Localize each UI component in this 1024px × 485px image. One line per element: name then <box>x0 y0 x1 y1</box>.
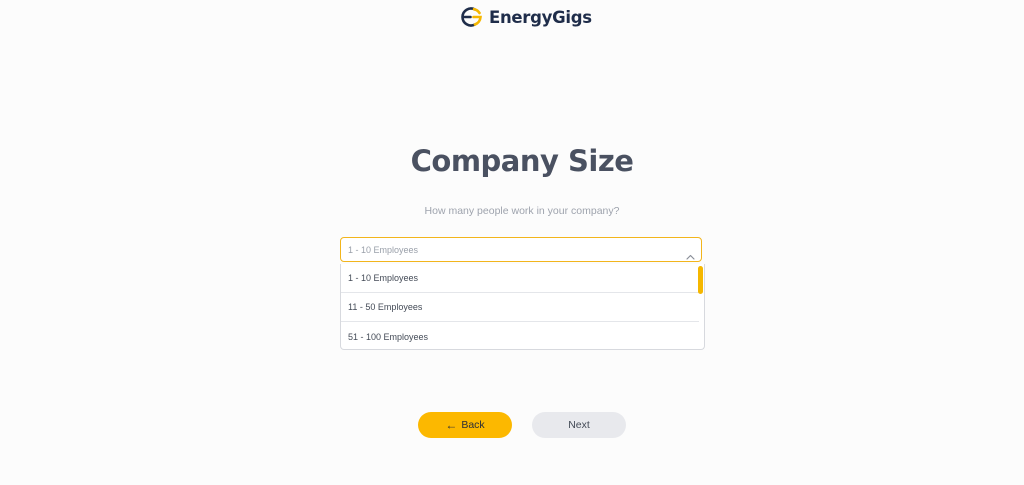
back-button-label: Back <box>461 419 485 431</box>
company-size-select[interactable]: 1 - 10 Employees <box>340 237 702 262</box>
dropdown-option-1-10[interactable]: 1 - 10 Employees <box>341 264 699 293</box>
left-arrow-icon: ← <box>445 418 458 432</box>
page-title: Company Size <box>410 144 634 178</box>
chevron-up-icon[interactable] <box>686 247 695 265</box>
logo-text: EnergyGigs <box>489 7 592 27</box>
dropdown-option-11-50[interactable]: 11 - 50 Employees <box>341 293 699 322</box>
next-button-label: Next <box>568 419 590 431</box>
dropdown-scrollbar[interactable] <box>698 266 703 294</box>
company-size-dropdown: 1 - 10 Employees 11 - 50 Employees 51 - … <box>340 264 705 350</box>
dropdown-option-51-100[interactable]: 51 - 100 Employees <box>341 322 699 349</box>
company-size-page: EnergyGigs Company Size How many people … <box>0 0 1024 485</box>
next-button[interactable]: Next <box>532 412 626 438</box>
page-subtitle: How many people work in your company? <box>424 205 620 217</box>
back-button[interactable]: ← Back <box>418 412 512 438</box>
logo: EnergyGigs <box>460 5 592 29</box>
select-value: 1 - 10 Employees <box>348 245 419 255</box>
energygigs-logo-icon <box>460 5 484 29</box>
